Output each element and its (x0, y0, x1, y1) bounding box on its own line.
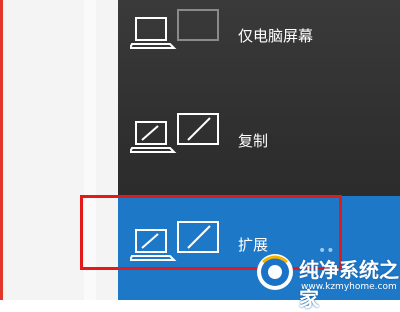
watermark: 纯净系统之家 www.kzmyhome.com (255, 248, 400, 311)
watermark-url: www.kzmyhome.com (301, 282, 397, 292)
option-pc-screen-only[interactable]: 仅电脑屏幕 (118, 0, 400, 96)
option-label: 仅电脑屏幕 (238, 27, 314, 45)
option-duplicate[interactable]: 复制 (118, 100, 400, 196)
option-label: 复制 (238, 132, 269, 150)
watermark-logo-icon (255, 252, 295, 292)
duplicate-icon (128, 100, 226, 164)
pc-screen-only-icon (128, 0, 226, 64)
background-window-edge (0, 0, 3, 300)
